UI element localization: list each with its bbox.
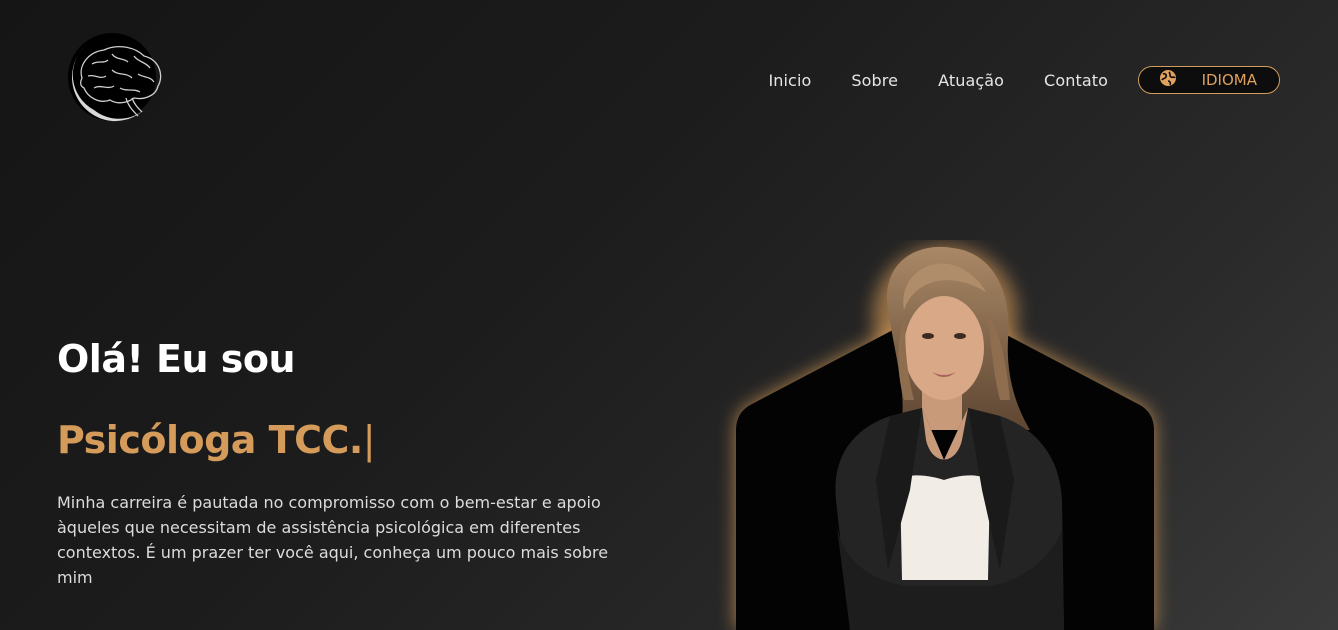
hero-subtitle-text: Psicóloga TCC. bbox=[57, 418, 363, 462]
brain-logo-icon[interactable] bbox=[64, 30, 166, 124]
main-nav: Inicio Sobre Atuação Contato IDIOMA bbox=[768, 66, 1280, 94]
nav-link-atuacao[interactable]: Atuação bbox=[938, 71, 1004, 90]
nav-link-sobre[interactable]: Sobre bbox=[851, 71, 898, 90]
nav-link-inicio[interactable]: Inicio bbox=[768, 71, 811, 90]
hero-description: Minha carreira é pautada no compromisso … bbox=[57, 493, 609, 587]
language-button[interactable]: IDIOMA bbox=[1138, 66, 1280, 94]
nav-link-contato[interactable]: Contato bbox=[1044, 71, 1108, 90]
profile-photo bbox=[700, 240, 1190, 630]
hero-title: Olá! Eu sou bbox=[57, 337, 296, 381]
typing-cursor: | bbox=[362, 418, 376, 462]
language-button-label: IDIOMA bbox=[1201, 71, 1257, 89]
hero-subtitle: Psicóloga TCC.| bbox=[57, 418, 376, 462]
globe-icon bbox=[1159, 69, 1177, 91]
